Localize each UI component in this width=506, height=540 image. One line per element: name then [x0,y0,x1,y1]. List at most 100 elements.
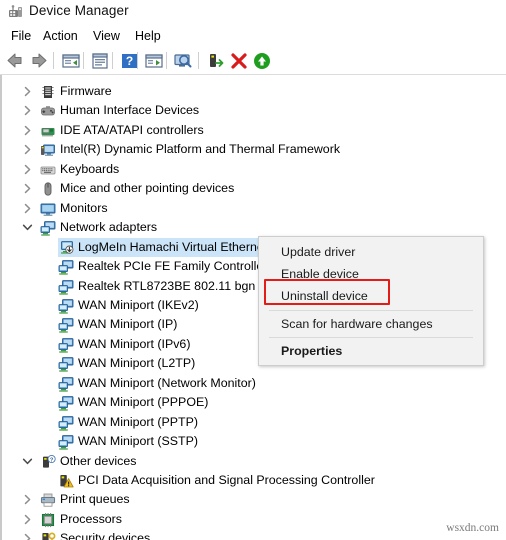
chevron-right-icon[interactable] [22,105,33,116]
network-adapter-icon [40,220,56,236]
tree-item[interactable]: Keyboards [2,160,506,179]
chevron-right-icon[interactable] [22,494,33,505]
network-adapter-icon [58,434,74,450]
chevron-down-icon[interactable] [22,456,33,467]
tree-item-label: Firmware [60,84,112,98]
tree-item[interactable]: WAN Miniport (SSTP) [2,432,506,451]
chevron-right-icon[interactable] [22,203,33,214]
tree-item[interactable]: Monitors [2,199,506,218]
context-menu-item-enable-device[interactable]: Enable device [259,263,483,285]
monitor-icon [40,201,56,217]
thermal-monitor-icon [40,142,56,158]
tree-item-label: Realtek PCIe FE Family Controller [78,259,268,273]
toolbar-separator [83,52,84,69]
toolbar-separator [53,52,54,69]
chevron-right-icon[interactable] [22,514,33,525]
context-menu-item-scan-for-hardware-changes[interactable]: Scan for hardware changes [259,313,483,335]
uninstall-device-icon[interactable] [228,51,250,71]
ide-controller-icon [40,123,56,139]
tree-item[interactable]: Firmware [2,82,506,101]
security-key-icon [40,531,56,540]
network-adapter-icon [58,317,74,333]
enable-device-icon[interactable] [251,51,273,71]
tree-item-label: WAN Miniport (SSTP) [78,434,199,449]
tree-item-label: Processors [60,511,122,526]
properties-icon[interactable] [89,51,111,71]
network-adapter-icon [58,395,74,411]
menu-help[interactable]: Help [132,28,164,44]
network-adapter-icon [58,376,74,392]
warning-device-icon [58,473,74,489]
menu-file[interactable]: File [8,28,34,44]
context-menu[interactable]: Update driver Enable device Uninstall de… [258,236,484,366]
chevron-right-icon[interactable] [22,533,33,540]
context-menu-separator [269,337,473,338]
tree-item[interactable]: PCI Data Acquisition and Signal Processi… [2,471,506,490]
network-adapter-icon [58,415,74,431]
keyboard-icon [40,162,56,178]
tree-item-label: WAN Miniport (PPTP) [78,414,199,429]
context-menu-item-properties[interactable]: Properties [259,340,483,362]
context-menu-item-update-driver[interactable]: Update driver [259,241,483,263]
watermark: wsxdn.com [446,522,499,534]
chevron-right-icon[interactable] [22,125,33,136]
tree-item-label: WAN Miniport (IPv6) [78,336,191,351]
tree-item[interactable]: Print queues [2,490,506,509]
show-hide-action-pane-icon[interactable] [143,51,165,71]
network-adapter-icon [58,298,74,314]
menu-view[interactable]: View [90,28,123,44]
show-hide-console-tree-icon[interactable] [60,51,82,71]
back-arrow-icon[interactable] [4,51,26,71]
device-manager-window: Device Manager File Action View Help ? F… [0,0,506,540]
tree-item-label: WAN Miniport (IKEv2) [78,297,199,312]
tree-item-label: Human Interface Devices [60,103,200,118]
forward-arrow-icon[interactable] [28,51,50,71]
context-menu-item-uninstall-device[interactable]: Uninstall device [259,285,483,307]
tree-item[interactable]: WAN Miniport (PPTP) [2,413,506,432]
chevron-right-icon[interactable] [22,183,33,194]
menu-bar: File Action View Help [0,25,506,47]
tree-item-label: PCI Data Acquisition and Signal Processi… [78,473,375,487]
window-title: Device Manager [29,3,129,18]
tree-item-label: Network adapters [60,220,158,235]
tree-item-label: Keyboards [60,161,120,176]
tree-item-label: Mice and other pointing devices [60,181,235,196]
tree-item[interactable]: WAN Miniport (Network Monitor) [2,374,506,393]
unknown-device-icon: ? [40,454,56,470]
update-driver-icon[interactable] [205,51,227,71]
chevron-down-icon[interactable] [22,222,33,233]
chevron-right-icon[interactable] [22,86,33,97]
tree-item-label: Security devices [60,531,151,540]
tree-item[interactable]: Security devices [2,529,506,540]
tree-item-label: IDE ATA/ATAPI controllers [60,122,204,137]
toolbar-separator [137,52,138,69]
tree-item[interactable]: Intel(R) Dynamic Platform and Thermal Fr… [2,140,506,159]
processor-icon [40,512,56,528]
network-adapter-icon [58,259,74,275]
chevron-right-icon[interactable] [22,144,33,155]
tree-item-label: Monitors [60,200,108,215]
tree-item[interactable]: ? Other devices [2,452,506,471]
tree-item-label: WAN Miniport (PPPOE) [78,395,209,410]
chevron-right-icon[interactable] [22,164,33,175]
svg-text:?: ? [126,54,133,68]
network-disabled-icon [58,240,74,256]
tree-item-label: Other devices [60,453,137,468]
menu-action[interactable]: Action [40,28,81,44]
tree-item[interactable]: Human Interface Devices [2,101,506,120]
tree-item-label: WAN Miniport (L2TP) [78,356,196,371]
tree-item-label: WAN Miniport (Network Monitor) [78,375,256,390]
tree-item[interactable]: WAN Miniport (PPPOE) [2,393,506,412]
scan-hardware-changes-icon[interactable] [172,51,194,71]
tree-item[interactable]: Mice and other pointing devices [2,179,506,198]
network-adapter-icon [58,356,74,372]
tree-item[interactable]: IDE ATA/ATAPI controllers [2,121,506,140]
toolbar: ? [0,48,506,75]
svg-text:?: ? [50,457,54,463]
tree-item[interactable]: Processors [2,510,506,529]
tree-item[interactable]: Network adapters [2,218,506,237]
title-bar: Device Manager [0,0,506,25]
tree-item-label: WAN Miniport (IP) [78,317,178,332]
tree-item-label: Print queues [60,492,130,507]
mouse-icon [40,181,56,197]
